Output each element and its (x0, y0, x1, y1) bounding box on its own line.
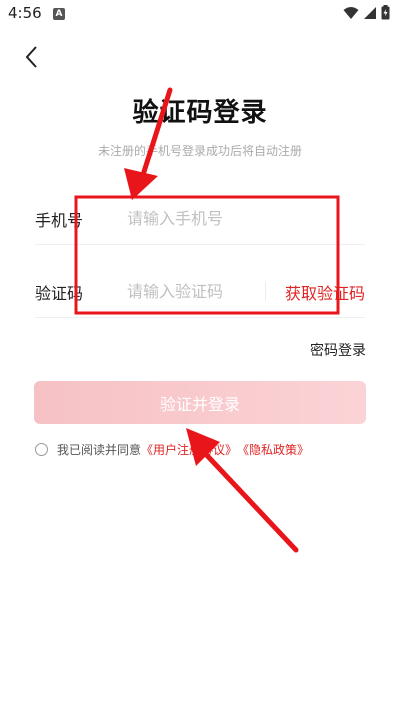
page-subtitle: 未注册的手机号登录成功后将自动注册 (97, 144, 302, 158)
back-button[interactable] (20, 44, 46, 70)
status-bar: 4:56 A (0, 0, 400, 28)
agreement-radio[interactable] (35, 443, 48, 456)
get-code-button[interactable]: 获取验证码 (285, 280, 365, 304)
battery-icon (381, 5, 390, 20)
status-icons (343, 5, 390, 20)
status-time: 4:56 (8, 4, 42, 22)
user-agreement-link[interactable]: 《用户注册协议》 (141, 441, 237, 458)
phone-row: 手机号 (35, 192, 365, 245)
signal-icon (364, 6, 376, 19)
password-login-link[interactable]: 密码登录 (310, 340, 366, 360)
code-divider (265, 281, 266, 301)
verify-login-button[interactable]: 验证并登录 (34, 381, 366, 424)
chevron-left-icon (25, 46, 37, 68)
wifi-icon (343, 6, 359, 19)
code-input[interactable] (127, 275, 267, 307)
privacy-policy-link[interactable]: 《隐私政策》 (237, 441, 309, 458)
agreement-row: 我已阅读并同意 《用户注册协议》 《隐私政策》 (35, 441, 309, 458)
page-title: 验证码登录 (132, 98, 268, 128)
phone-input[interactable] (127, 202, 357, 234)
agreement-prefix: 我已阅读并同意 (57, 443, 142, 457)
code-row: 验证码 获取验证码 (35, 265, 365, 318)
phone-label: 手机号 (35, 211, 84, 230)
code-label: 验证码 (35, 284, 84, 303)
notification-icon: A (53, 8, 65, 20)
